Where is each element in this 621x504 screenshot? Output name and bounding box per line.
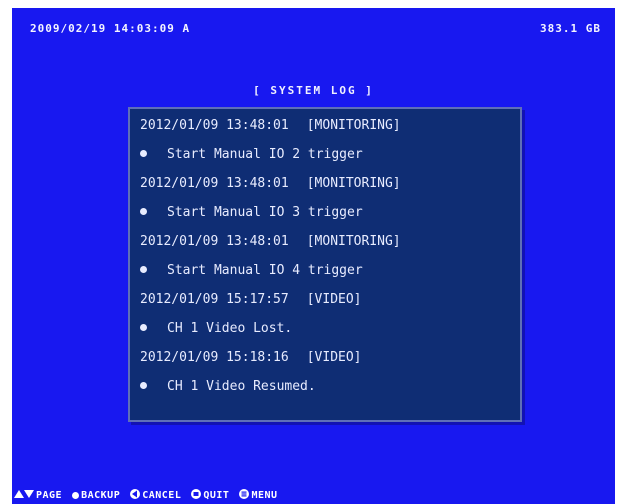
cancel-label: CANCEL: [142, 489, 182, 501]
log-entry-message: Start Manual IO 3 trigger: [140, 202, 363, 224]
log-entry-message: CH 1 Video Lost.: [140, 318, 292, 340]
log-entry-message: Start Manual IO 4 trigger: [140, 260, 363, 282]
dot-icon: [72, 491, 80, 499]
quit-icon: [191, 488, 202, 502]
menu-icon: [239, 488, 250, 502]
menu-hint[interactable]: MENU: [239, 488, 278, 502]
log-timestamp: 2012/01/09 15:18:16: [140, 350, 289, 365]
log-entry-header: 2012/01/09 13:48:01 [MONITORING]: [140, 231, 401, 253]
log-entry-message: Start Manual IO 2 trigger: [140, 144, 363, 166]
log-message: CH 1 Video Resumed.: [167, 379, 316, 394]
log-message: Start Manual IO 3 trigger: [167, 205, 363, 220]
backup-hint[interactable]: BACKUP: [72, 490, 120, 501]
log-entry-header: 2012/01/09 13:48:01 [MONITORING]: [140, 115, 401, 137]
bullet-icon: [140, 150, 147, 157]
page-label: PAGE: [36, 489, 63, 501]
log-message: CH 1 Video Lost.: [167, 321, 293, 336]
log-entry-header: 2012/01/09 15:18:16 [VIDEO]: [140, 347, 362, 369]
bullet-icon: [140, 324, 147, 331]
system-log-panel[interactable]: 2012/01/09 13:48:01 [MONITORING] Start Ma…: [128, 107, 522, 422]
cancel-hint[interactable]: CANCEL: [130, 488, 182, 502]
left-arrow-icon: [130, 488, 141, 502]
log-entry-header: 2012/01/09 13:48:01 [MONITORING]: [140, 173, 401, 195]
dvr-screen: 2009/02/19 14:03:09 A 383.1 GB [ SYSTEM …: [12, 8, 615, 504]
log-timestamp: 2012/01/09 15:17:57: [140, 292, 289, 307]
log-message: Start Manual IO 4 trigger: [167, 263, 363, 278]
status-bar: 2009/02/19 14:03:09 A 383.1 GB: [12, 8, 615, 44]
log-entry-header: 2012/01/09 15:17:57 [VIDEO]: [140, 289, 362, 311]
key-hint-bar: PAGE BACKUP CANCEL QUIT MENU: [12, 486, 615, 504]
page-title: [ SYSTEM LOG ]: [253, 84, 374, 97]
quit-label: QUIT: [203, 489, 230, 501]
log-category: [VIDEO]: [306, 350, 362, 365]
log-category: [MONITORING]: [306, 118, 401, 133]
log-entry-message: CH 1 Video Resumed.: [140, 376, 316, 398]
bullet-icon: [140, 208, 147, 215]
log-timestamp: 2012/01/09 13:48:01: [140, 118, 289, 133]
menu-label: MENU: [251, 489, 278, 501]
log-timestamp: 2012/01/09 13:48:01: [140, 176, 289, 191]
log-category: [VIDEO]: [306, 292, 362, 307]
backup-label: BACKUP: [81, 489, 121, 501]
log-message: Start Manual IO 2 trigger: [167, 147, 363, 162]
disk-capacity: 383.1 GB: [540, 22, 601, 35]
bullet-icon: [140, 266, 147, 273]
log-category: [MONITORING]: [306, 176, 401, 191]
up-down-arrows-icon: [14, 489, 34, 502]
page-hint[interactable]: PAGE: [14, 489, 62, 502]
log-category: [MONITORING]: [306, 234, 401, 249]
system-datetime: 2009/02/19 14:03:09 A: [30, 22, 191, 35]
quit-hint[interactable]: QUIT: [191, 488, 230, 502]
log-timestamp: 2012/01/09 13:48:01: [140, 234, 289, 249]
bullet-icon: [140, 382, 147, 389]
